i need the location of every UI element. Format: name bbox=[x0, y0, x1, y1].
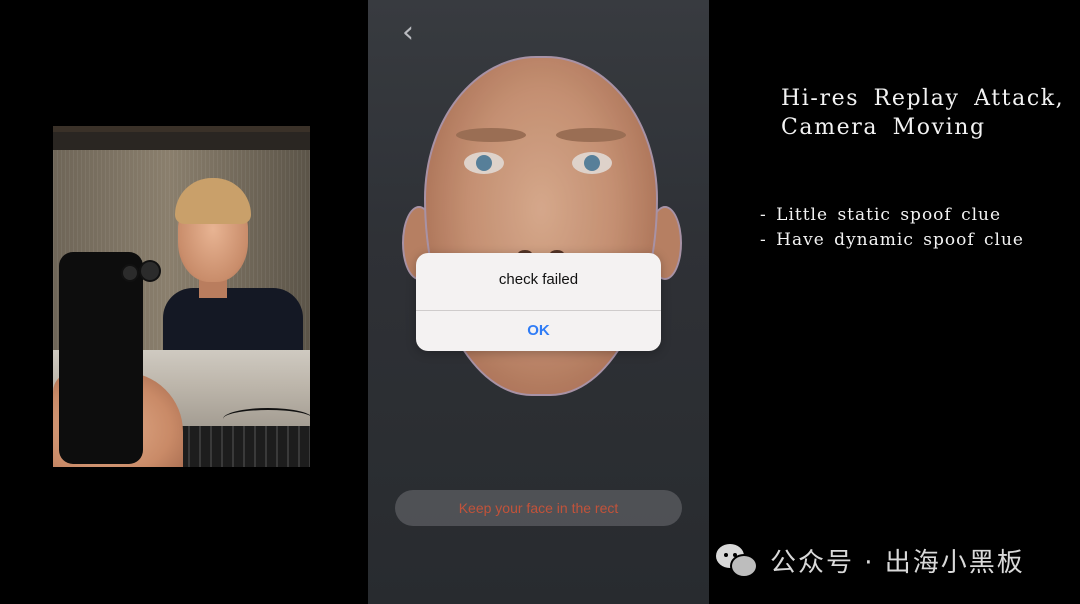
ok-button[interactable]: OK bbox=[416, 311, 661, 351]
caption-title-line: Camera Moving bbox=[781, 115, 986, 140]
alert-dialog: check failed OK bbox=[416, 253, 661, 351]
photo-person bbox=[163, 178, 303, 358]
photo-cable bbox=[223, 408, 310, 430]
watermark-text: 公众号 · 出海小黑板 bbox=[770, 547, 1025, 578]
phone-camera-lens bbox=[141, 262, 159, 280]
watermark: 公众号 · 出海小黑板 bbox=[716, 540, 1025, 580]
photo-top-edge bbox=[53, 126, 310, 132]
person-hair bbox=[175, 178, 251, 224]
person-shirt bbox=[163, 288, 303, 358]
caption-bullet: Little static spoof clue bbox=[760, 203, 1070, 228]
caption-bullet-list: Little static spoof clue Have dynamic sp… bbox=[760, 203, 1070, 253]
caption-title-line: Hi-res Replay Attack, bbox=[781, 86, 1065, 111]
caption-bullet: Have dynamic spoof clue bbox=[760, 228, 1070, 253]
phone-camera-lens bbox=[123, 266, 137, 280]
photo-keyboard bbox=[168, 426, 310, 467]
wechat-icon bbox=[716, 542, 760, 578]
alert-title: check failed bbox=[498, 271, 579, 288]
caption-title: Hi-res Replay Attack, Camera Moving bbox=[781, 84, 1071, 142]
phone-screen: ‹ Keep your face in the rect check faile… bbox=[368, 0, 709, 604]
photo-held-phone bbox=[59, 252, 143, 464]
camera-feed-photo bbox=[53, 126, 310, 467]
